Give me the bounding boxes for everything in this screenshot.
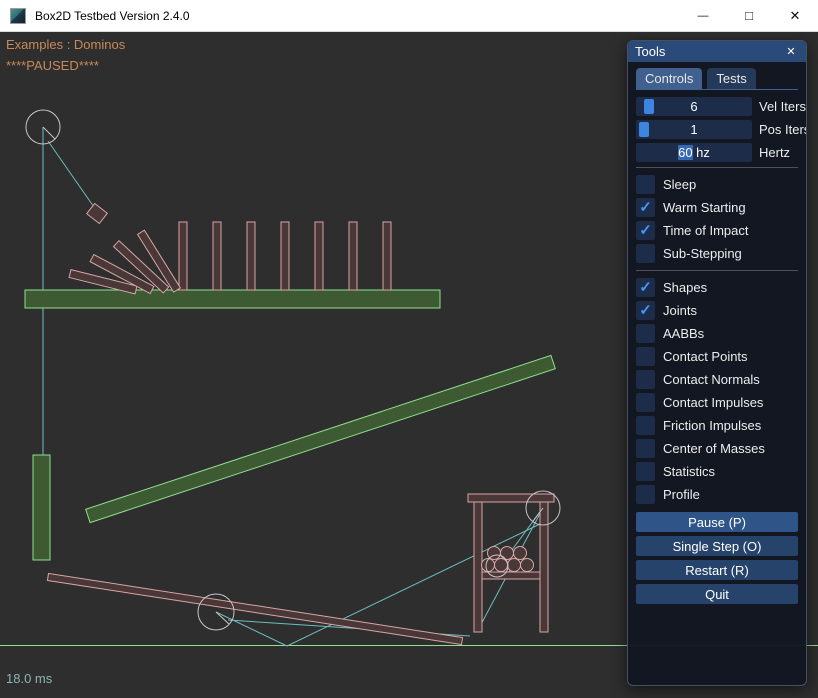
checkbox-box[interactable]: ✓ [636,175,655,194]
check-icon: ✓ [639,200,652,215]
window-controls: — □ ✕ [680,0,818,31]
checkbox-box[interactable]: ✓ [636,370,655,389]
pause-button[interactable]: Pause (P) [636,512,798,532]
checkbox-box[interactable]: ✓ [636,462,655,481]
action-buttons: Pause (P) Single Step (O) Restart (R) Qu… [636,512,798,604]
pos-iters-label: Pos Iters [759,122,806,137]
domino [179,222,187,290]
checkbox-box[interactable]: ✓ [636,198,655,217]
pendulum-box [87,203,108,223]
box2d-testbed-window: { "window": { "title": "Box2D Testbed Ve… [0,0,818,698]
checkbox-contact-points[interactable]: ✓ Contact Points [636,345,798,368]
frame-time-label: 18.0 ms [6,671,52,686]
slider-grab[interactable] [639,122,649,137]
checkbox-sub-stepping[interactable]: ✓ Sub-Stepping [636,242,798,265]
hertz-value: 60 [678,145,692,160]
bottom-plank [47,573,462,644]
window-title: Box2D Testbed Version 2.4.0 [35,9,190,23]
tools-close-icon[interactable]: ✕ [783,44,799,60]
frame-left-post [474,502,482,632]
tools-panel-title: Tools [635,44,665,59]
hertz-input-row: 60 hz Hertz [636,143,798,162]
tab-tests[interactable]: Tests [707,68,755,89]
checkbox-box[interactable]: ✓ [636,416,655,435]
checkbox-center-of-masses[interactable]: ✓ Center of Masses [636,437,798,460]
separator [636,167,798,168]
domino [247,222,255,290]
checkbox-box[interactable]: ✓ [636,485,655,504]
pos-iters-slider[interactable]: 1 [636,120,752,139]
checkbox-box[interactable]: ✓ [636,244,655,263]
check-icon: ✓ [639,303,652,318]
domino [213,222,221,290]
slider-grab[interactable] [644,99,654,114]
single-step-button[interactable]: Single Step (O) [636,536,798,556]
app-icon[interactable] [10,8,26,24]
ball [508,559,521,572]
tools-panel-titlebar[interactable]: Tools ✕ [628,41,806,62]
vertical-bar [33,455,50,560]
ball [521,559,534,572]
vel-iters-value: 6 [690,99,697,114]
checkbox-box[interactable]: ✓ [636,278,655,297]
checkbox-sleep[interactable]: ✓ Sleep [636,173,798,196]
tab-bar: Controls Tests [636,67,798,90]
paused-label: ****PAUSED**** [6,58,99,73]
hertz-input[interactable]: 60 hz [636,143,752,162]
frame-right-post [540,502,548,632]
ball [514,547,527,560]
tab-controls[interactable]: Controls [636,68,702,89]
checkbox-box[interactable]: ✓ [636,221,655,240]
checkbox-box[interactable]: ✓ [636,324,655,343]
quit-button[interactable]: Quit [636,584,798,604]
checkbox-box[interactable]: ✓ [636,393,655,412]
check-icon: ✓ [639,223,652,238]
dynamic-bodies [47,203,554,644]
pos-iters-value: 1 [690,122,697,137]
checkbox-shapes[interactable]: ✓ Shapes [636,276,798,299]
checkbox-box[interactable]: ✓ [636,347,655,366]
domino-shelf [25,290,440,308]
hertz-label: Hertz [759,145,790,160]
checkbox-contact-normals[interactable]: ✓ Contact Normals [636,368,798,391]
checkbox-profile[interactable]: ✓ Profile [636,483,798,506]
maximize-button[interactable]: □ [726,0,772,31]
window-titlebar[interactable]: Box2D Testbed Version 2.4.0 — □ ✕ [0,0,818,32]
domino [315,222,323,290]
close-button[interactable]: ✕ [772,0,818,31]
ball [495,559,508,572]
vel-iters-slider-row: 6 Vel Iters [636,97,798,116]
checkbox-time-of-impact[interactable]: ✓ Time of Impact [636,219,798,242]
checkbox-box[interactable]: ✓ [636,439,655,458]
checkbox-statistics[interactable]: ✓ Statistics [636,460,798,483]
ball [501,547,514,560]
tools-panel-body: Controls Tests 6 Vel Iters 1 Pos Iters 6… [628,62,806,685]
checkbox-friction-impulses[interactable]: ✓ Friction Impulses [636,414,798,437]
vel-iters-slider[interactable]: 6 [636,97,752,116]
checkbox-contact-impulses[interactable]: ✓ Contact Impulses [636,391,798,414]
minimize-button[interactable]: — [680,0,726,31]
restart-button[interactable]: Restart (R) [636,560,798,580]
domino [281,222,289,290]
tools-panel: Tools ✕ Controls Tests 6 Vel Iters 1 Pos… [627,40,807,686]
check-icon: ✓ [639,280,652,295]
separator [636,270,798,271]
checkbox-joints[interactable]: ✓ Joints [636,299,798,322]
pos-iters-slider-row: 1 Pos Iters [636,120,798,139]
frame-top-bar [468,494,554,502]
checkbox-box[interactable]: ✓ [636,301,655,320]
checkbox-aabbs[interactable]: ✓ AABBs [636,322,798,345]
checkbox-warm-starting[interactable]: ✓ Warm Starting [636,196,798,219]
example-label: Examples : Dominos [6,37,125,52]
hertz-suffix: hz [693,145,710,160]
domino [349,222,357,290]
domino [383,222,391,290]
vel-iters-label: Vel Iters [759,99,806,114]
